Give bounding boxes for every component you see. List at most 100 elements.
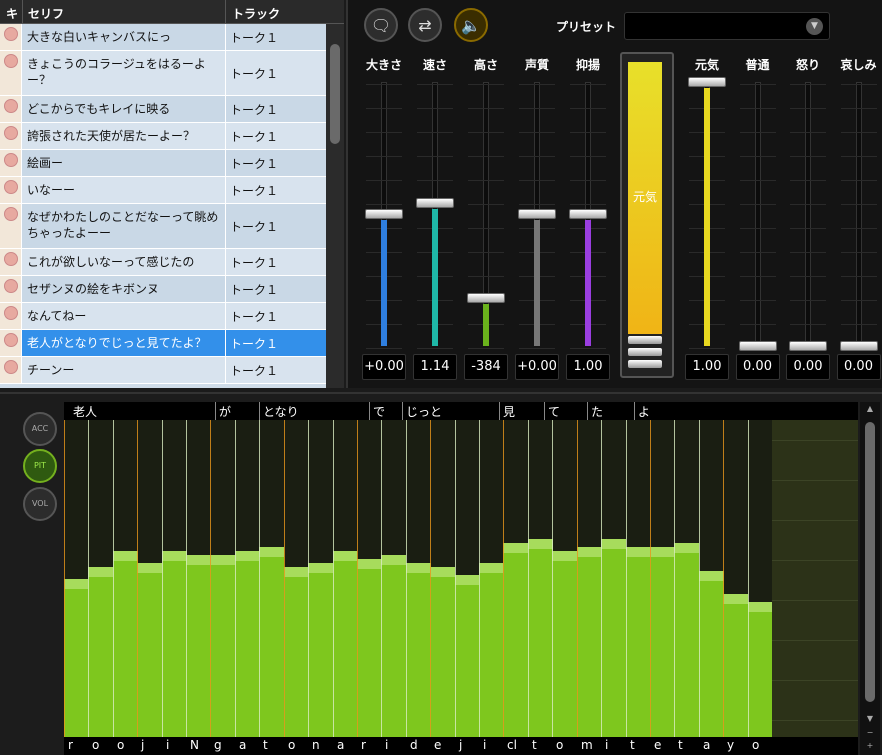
pitch-segment[interactable] <box>186 554 211 737</box>
slider-track[interactable] <box>805 82 811 346</box>
slider-knob[interactable] <box>467 293 505 304</box>
emotion-slider[interactable]: 元気 1.00 <box>685 52 729 382</box>
pitch-segment[interactable] <box>381 554 407 737</box>
emotion-bar-handle[interactable] <box>628 336 662 344</box>
slider-value[interactable]: 0.00 <box>836 354 881 380</box>
list-scrollbar[interactable] <box>326 24 344 388</box>
slider-value[interactable]: +0.00 <box>515 354 559 380</box>
slider-value[interactable]: 1.00 <box>685 354 729 380</box>
parameter-slider[interactable]: 高さ -384 <box>464 52 508 382</box>
column-header-serif[interactable]: セリフ <box>28 5 64 22</box>
list-row[interactable]: セザンヌの絵をキボンヌ トーク１ <box>0 276 326 303</box>
pitch-segment[interactable] <box>747 602 773 737</box>
pitch-segment[interactable] <box>479 562 504 737</box>
pitch-segment[interactable] <box>698 570 724 737</box>
pitch-segment[interactable] <box>527 538 553 737</box>
scroll-down-icon[interactable]: ▼ <box>864 714 876 724</box>
pitch-segment[interactable] <box>723 594 749 737</box>
lyric-segment[interactable]: で <box>373 403 385 420</box>
pitch-segment[interactable] <box>649 546 675 737</box>
slider-knob[interactable] <box>518 209 556 219</box>
slider-knob[interactable] <box>738 341 777 351</box>
emotion-slider[interactable]: 怒り 0.00 <box>786 52 830 382</box>
speaker-icon[interactable]: 🔈 <box>454 8 488 42</box>
slider-value[interactable]: -384 <box>464 354 508 380</box>
parameter-slider[interactable]: 声質 +0.00 <box>515 52 559 382</box>
pitch-segment[interactable] <box>234 550 260 737</box>
slider-value[interactable]: 0.00 <box>786 354 830 380</box>
scroll-thumb[interactable] <box>865 422 875 702</box>
list-row[interactable]: なんてねー トーク１ <box>0 303 326 330</box>
emotion-slider[interactable]: 普通 0.00 <box>735 52 780 382</box>
pitch-segment[interactable] <box>308 562 334 737</box>
lyric-segment[interactable]: た <box>591 403 603 420</box>
pitch-segment[interactable] <box>552 550 578 737</box>
list-row[interactable]: 大きな白いキャンバスにっ トーク１ <box>0 24 326 51</box>
parameter-slider[interactable]: 大きさ +0.00 <box>362 52 406 382</box>
pitch-segment[interactable] <box>356 558 382 737</box>
pitch-segment[interactable] <box>674 542 700 737</box>
lyric-segment[interactable]: じっと <box>406 403 442 420</box>
lyric-segment[interactable]: となり <box>263 403 299 420</box>
pitch-segment[interactable] <box>161 550 187 737</box>
pitch-segment[interactable] <box>64 578 89 737</box>
emotion-bar-handle[interactable] <box>628 348 662 356</box>
lyric-segment[interactable]: て <box>548 403 560 420</box>
pitch-segment[interactable] <box>332 550 358 737</box>
emotion-master-bar[interactable]: 元気 <box>620 52 674 382</box>
pitch-segment[interactable] <box>625 546 651 737</box>
parameter-slider[interactable]: 速さ 1.14 <box>413 52 457 382</box>
slider-value[interactable]: +0.00 <box>362 354 406 380</box>
pitch-segment[interactable] <box>88 566 114 737</box>
list-row[interactable]: これが欲しいなーって感じたの トーク１ <box>0 249 326 276</box>
list-row[interactable]: なぜかわたしのことだなーって眺めちゃったよーー トーク１ <box>0 204 326 249</box>
list-row[interactable]: どこからでもキレイに映る トーク１ <box>0 96 326 123</box>
list-row[interactable]: きょこうのコラージュをはるーよー？ トーク１ <box>0 51 326 96</box>
lyric-segment[interactable]: が <box>219 403 231 420</box>
pitch-segment[interactable] <box>430 566 456 737</box>
slider-track[interactable] <box>855 82 862 346</box>
list-row[interactable]: 誇張された天使が居たーよー？ トーク１ <box>0 123 326 150</box>
pitch-segment[interactable] <box>283 566 309 737</box>
pitch-segment[interactable] <box>210 554 236 737</box>
slider-value[interactable]: 1.00 <box>566 354 610 380</box>
pitch-segment[interactable] <box>137 562 163 737</box>
mode-button-acc[interactable]: ACC <box>23 412 57 446</box>
list-row[interactable]: 絵画ー トーク１ <box>0 150 326 177</box>
column-header-track[interactable]: トラック <box>232 5 280 22</box>
pitch-segment[interactable] <box>112 550 138 737</box>
lyric-segment[interactable]: 老人 <box>73 403 97 420</box>
speech-bubble-icon[interactable]: 🗨 <box>364 8 398 42</box>
list-row[interactable]: チーンー トーク１ <box>0 357 326 384</box>
pitch-segment[interactable] <box>576 546 602 737</box>
emotion-slider[interactable]: 哀しみ 0.00 <box>836 52 881 382</box>
scroll-up-icon[interactable]: ▲ <box>864 404 876 414</box>
zoom-in-icon[interactable]: + <box>864 741 876 751</box>
lyric-segment[interactable]: 見 <box>503 403 515 420</box>
column-header-character[interactable]: キ <box>6 5 18 22</box>
parameter-slider[interactable]: 抑揚 1.00 <box>566 52 610 382</box>
repeat-icon[interactable]: ⇄ <box>408 8 442 42</box>
slider-value[interactable]: 0.00 <box>735 354 780 380</box>
pitch-editor[interactable] <box>64 420 858 737</box>
list-row[interactable]: 老人がとなりでじっと見てたよ？ トーク１ <box>0 330 326 357</box>
slider-knob[interactable] <box>365 209 403 219</box>
slider-knob[interactable] <box>688 77 726 87</box>
pitch-segment[interactable] <box>259 546 285 737</box>
list-row[interactable]: いなーー トーク１ <box>0 177 326 204</box>
scroll-thumb[interactable] <box>330 44 340 144</box>
slider-track[interactable] <box>754 82 761 346</box>
slider-knob[interactable] <box>569 209 607 219</box>
pitch-segment[interactable] <box>454 574 480 737</box>
pitch-segment[interactable] <box>601 538 626 737</box>
slider-knob[interactable] <box>789 341 827 351</box>
mode-button-vol[interactable]: VOL <box>23 487 57 521</box>
slider-knob[interactable] <box>416 198 454 209</box>
mode-button-pit[interactable]: PIT <box>23 449 57 483</box>
pitch-segment[interactable] <box>503 542 529 737</box>
lyric-segment[interactable]: よ <box>638 403 650 420</box>
zoom-out-icon[interactable]: − <box>864 728 876 738</box>
pitch-segment[interactable] <box>405 562 431 737</box>
slider-knob[interactable] <box>839 341 878 351</box>
emotion-bar-handle[interactable] <box>628 360 662 368</box>
